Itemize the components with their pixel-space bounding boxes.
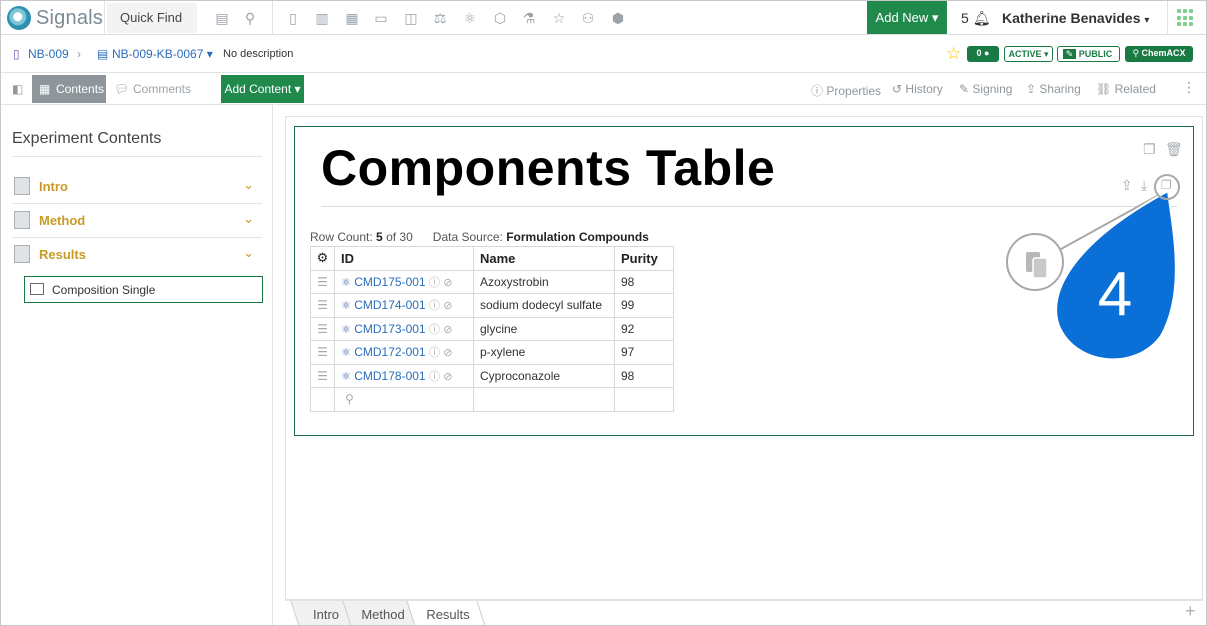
tab-intro[interactable]: Intro: [297, 604, 355, 625]
step-number: 4: [1097, 260, 1133, 329]
paste-icon: [1026, 252, 1048, 279]
add-tab-icon[interactable]: +: [1185, 601, 1196, 622]
section-tabs: Intro Method Results: [285, 599, 1203, 625]
tab-results[interactable]: Results: [415, 604, 481, 625]
tab-method[interactable]: Method: [351, 604, 415, 625]
callout-overlay: [1055, 189, 1177, 361]
highlight-ring: [1154, 174, 1180, 200]
magnified-paste-icon: [1006, 233, 1064, 291]
app-window: Signals Quick Find ▤ ⚲ ▯ ▥ ▦ ▭ ◫ ⚖ ⚛ ⬡ ⚗…: [0, 0, 1207, 626]
